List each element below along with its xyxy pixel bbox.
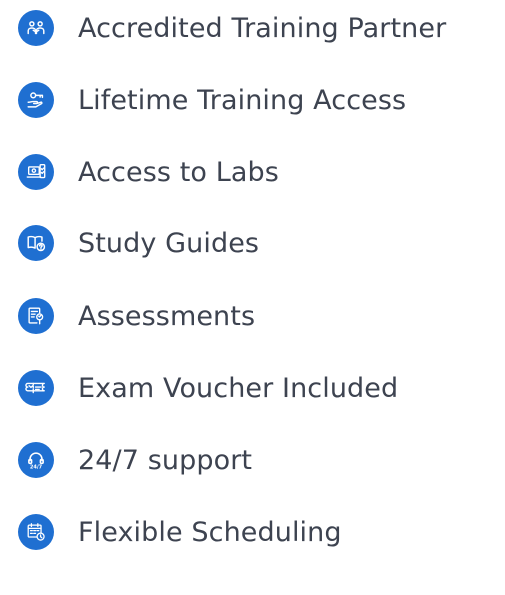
feature-label: Flexible Scheduling [78,516,342,548]
voucher-ticket-icon [18,370,54,406]
svg-text:24/7: 24/7 [30,465,43,471]
feature-label: Assessments [78,300,256,332]
headset-247-icon: 24/7 [18,442,54,478]
feature-item-exam-voucher-included: Exam Voucher Included [18,366,398,410]
feature-label: Exam Voucher Included [78,372,399,404]
feature-item-247-support: 24/7 24/7 support [18,438,252,482]
feature-label: 24/7 support [78,444,253,476]
feature-item-flexible-scheduling: Flexible Scheduling [18,510,342,554]
feature-item-lifetime-training-access: Lifetime Training Access [18,78,406,122]
feature-label: Access to Labs [78,156,279,188]
document-magnifier-icon [18,298,54,334]
partner-people-icon [18,10,54,46]
feature-item-access-to-labs: Access to Labs [18,150,279,194]
feature-item-assessments: Assessments [18,294,255,338]
feature-label: Lifetime Training Access [78,84,407,116]
calendar-clock-icon [18,514,54,550]
feature-item-accredited-training-partner: Accredited Training Partner [18,6,446,50]
feature-label: Accredited Training Partner [78,12,447,44]
book-question-icon [18,225,54,261]
feature-item-study-guides: Study Guides [18,221,259,265]
laptop-lab-icon [18,154,54,190]
features-list: Accredited Training Partner Lifetime Tra… [0,0,505,595]
feature-label: Study Guides [78,227,260,259]
key-hand-icon [18,82,54,118]
